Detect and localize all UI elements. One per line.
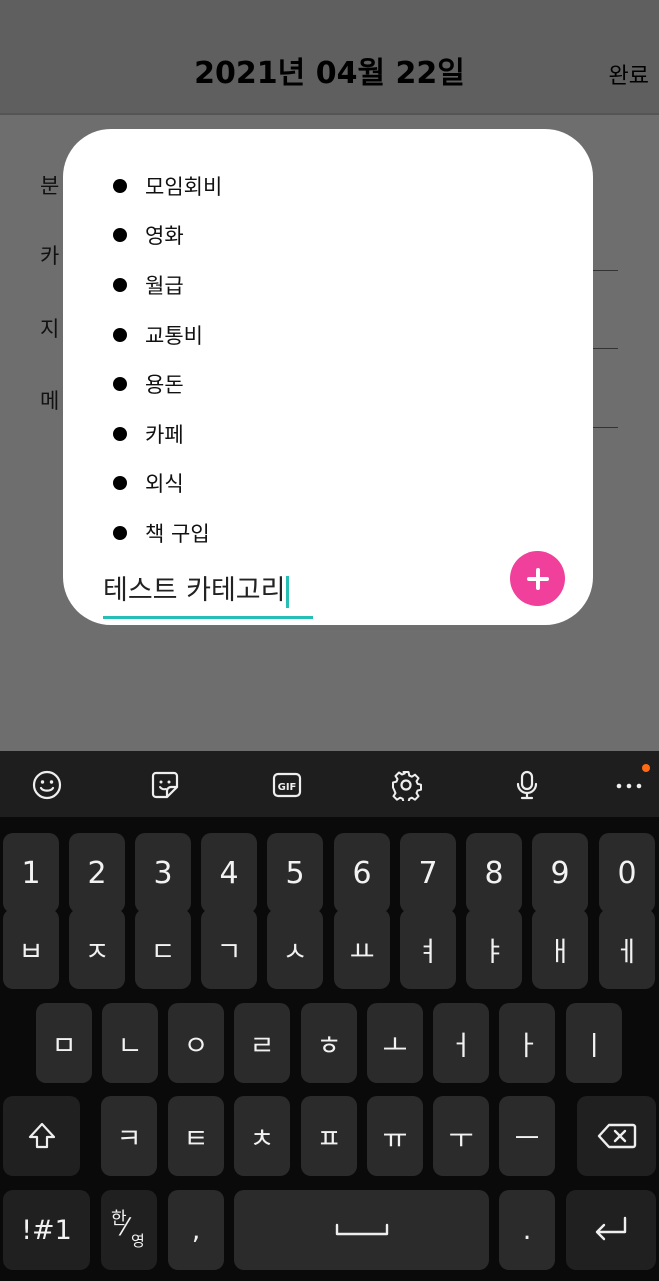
category-item[interactable]: 월급 [113, 260, 222, 310]
lang-eng: 영 [131, 1232, 145, 1250]
key-1[interactable]: 1 [3, 833, 59, 913]
top-bar: 2021년 04월 22일 완료 [0, 0, 659, 115]
new-category-input[interactable]: 테스트 카테고리 [103, 569, 313, 619]
category-label: 영화 [145, 224, 184, 249]
key-j[interactable]: ㅈ [69, 909, 125, 989]
category-item[interactable]: 교통비 [113, 310, 222, 360]
key-5[interactable]: 5 [267, 833, 323, 913]
key-m[interactable]: ㅁ [36, 1003, 92, 1083]
notification-dot [642, 764, 650, 772]
key-g[interactable]: ㄱ [201, 909, 257, 989]
key-s[interactable]: ㅅ [267, 909, 323, 989]
enter-key[interactable] [566, 1190, 656, 1270]
key-eo[interactable]: ㅓ [433, 1003, 489, 1083]
key-ae[interactable]: ㅐ [532, 909, 588, 989]
key-6[interactable]: 6 [334, 833, 390, 913]
category-item[interactable]: 영화 [113, 211, 222, 261]
bullet-icon [113, 327, 127, 342]
bullet-icon [113, 178, 127, 193]
category-label: 외식 [145, 472, 184, 497]
category-item[interactable]: 카페 [113, 409, 222, 459]
key-p[interactable]: ㅍ [301, 1096, 357, 1176]
key-yu[interactable]: ㅠ [367, 1096, 423, 1176]
backspace-key[interactable] [577, 1096, 656, 1176]
category-item[interactable]: 책 구입 [113, 508, 222, 558]
category-label: 책 구입 [145, 521, 210, 546]
form-label-3: 지 [40, 317, 60, 341]
bullet-icon [113, 525, 127, 540]
key-8[interactable]: 8 [466, 833, 522, 913]
bullet-icon [113, 277, 127, 292]
shift-key[interactable] [3, 1096, 80, 1176]
key-2[interactable]: 2 [69, 833, 125, 913]
key-e[interactable]: ㅔ [599, 909, 655, 989]
form-label-4: 메 [40, 389, 60, 413]
space-icon [335, 1223, 388, 1236]
bullet-icon [113, 426, 127, 441]
key-9[interactable]: 9 [532, 833, 588, 913]
key-b[interactable]: ㅂ [3, 909, 59, 989]
language-switch-icon: 한 ⁄ 영 [109, 1210, 149, 1250]
more-icon[interactable] [612, 764, 650, 802]
bullet-icon [113, 228, 127, 243]
key-h[interactable]: ㅎ [301, 1003, 357, 1083]
gif-icon[interactable]: GIF [270, 768, 304, 802]
plus-icon [526, 567, 549, 590]
key-d[interactable]: ㄷ [135, 909, 191, 989]
key-ya[interactable]: ㅑ [466, 909, 522, 989]
category-label: 월급 [145, 273, 184, 298]
key-ng[interactable]: ㅇ [168, 1003, 224, 1083]
form-label-2: 카 [40, 244, 60, 268]
new-category-value: 테스트 카테고리 [103, 575, 286, 606]
category-label: 용돈 [145, 373, 184, 398]
key-3[interactable]: 3 [135, 833, 191, 913]
key-k[interactable]: ㅋ [101, 1096, 157, 1176]
mic-icon[interactable] [510, 768, 544, 802]
page-title: 2021년 04월 22일 [194, 56, 465, 91]
category-item[interactable]: 외식 [113, 459, 222, 509]
category-item[interactable]: 용돈 [113, 359, 222, 409]
text-caret [286, 575, 290, 608]
comma-key[interactable]: , [168, 1190, 224, 1270]
shift-icon [28, 1122, 55, 1149]
gif-label: GIF [278, 782, 297, 793]
bullet-icon [113, 377, 127, 392]
period-key[interactable]: . [499, 1190, 555, 1270]
category-list: 모임회비 영화 월급 교통비 용돈 카페 외식 책 구입 [113, 161, 222, 558]
lang-slash: ⁄ [123, 1213, 128, 1241]
bullet-icon [113, 476, 127, 491]
space-key[interactable] [234, 1190, 489, 1270]
key-4[interactable]: 4 [201, 833, 257, 913]
sticker-icon[interactable] [148, 768, 182, 802]
key-yeo[interactable]: ㅕ [400, 909, 456, 989]
language-key[interactable]: 한 ⁄ 영 [101, 1190, 157, 1270]
category-label: 교통비 [145, 323, 203, 348]
add-category-button[interactable] [510, 551, 565, 606]
key-i[interactable]: ㅣ [566, 1003, 622, 1083]
key-t[interactable]: ㅌ [168, 1096, 224, 1176]
category-item[interactable]: 모임회비 [113, 161, 222, 211]
form-label-1: 분 [40, 174, 60, 198]
keyboard-toolbar: GIF [0, 751, 659, 817]
done-button[interactable]: 완료 [609, 58, 649, 90]
key-yo[interactable]: ㅛ [334, 909, 390, 989]
keyboard: GIF 1 2 3 4 5 6 7 8 9 0 ㅂ ㅈ ㄷ ㄱ ㅅ ㅛ ㅕ ㅑ … [0, 751, 659, 1281]
key-r[interactable]: ㄹ [234, 1003, 290, 1083]
key-a[interactable]: ㅏ [499, 1003, 555, 1083]
key-n[interactable]: ㄴ [102, 1003, 158, 1083]
key-ch[interactable]: ㅊ [234, 1096, 290, 1176]
category-label: 카페 [145, 422, 184, 447]
enter-icon [595, 1216, 627, 1241]
key-0[interactable]: 0 [599, 833, 655, 913]
emoji-icon[interactable] [30, 768, 64, 802]
key-7[interactable]: 7 [400, 833, 456, 913]
symbols-key[interactable]: !#1 [3, 1190, 90, 1270]
category-label: 모임회비 [145, 174, 223, 199]
key-o[interactable]: ㅗ [367, 1003, 423, 1083]
backspace-icon [597, 1123, 636, 1149]
key-eu[interactable]: ㅡ [499, 1096, 555, 1176]
category-dialog: 모임회비 영화 월급 교통비 용돈 카페 외식 책 구입 테스트 카테고리 [63, 129, 593, 625]
settings-icon[interactable] [389, 768, 423, 802]
key-u[interactable]: ㅜ [433, 1096, 489, 1176]
